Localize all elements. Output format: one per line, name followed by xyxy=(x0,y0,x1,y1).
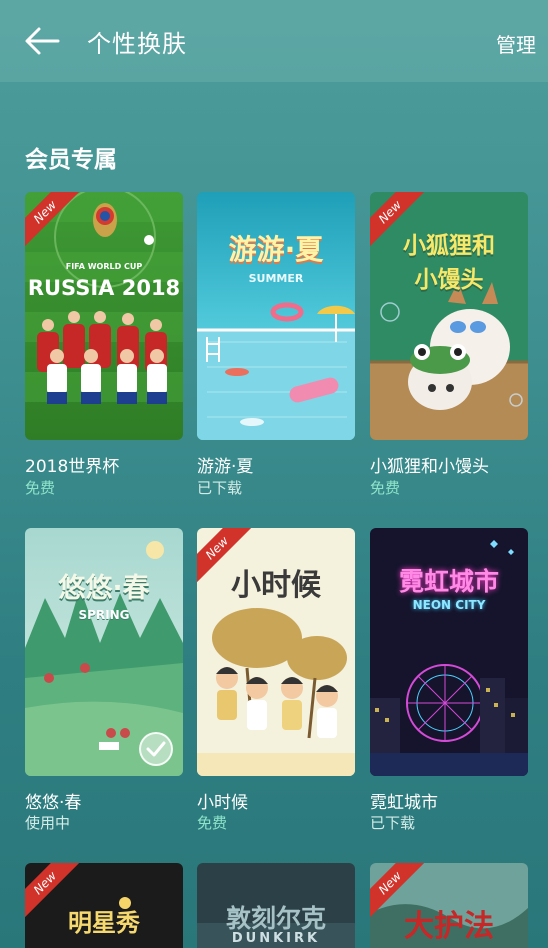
theme-name: 小狐狸和小馒头 xyxy=(370,457,489,477)
theme-status: 免费 xyxy=(25,479,56,497)
theme-card-childhood[interactable]: 小时候 New xyxy=(197,528,355,776)
theme-status: 免费 xyxy=(197,814,228,832)
theme-card-fox-bun[interactable]: 小狐狸和 小馒头 New xyxy=(370,192,528,440)
theme-name: 霓虹城市 xyxy=(370,793,438,813)
page-title: 个性换肤 xyxy=(87,30,187,58)
art-title: 明星秀 xyxy=(68,909,140,937)
art-subtitle: NEON CITY xyxy=(412,598,486,612)
art-title: 小时候 xyxy=(231,568,321,603)
theme-status: 免费 xyxy=(370,479,401,497)
art-title: 大护法 xyxy=(404,909,494,944)
theme-card-summer[interactable]: 游游·夏 SUMMER xyxy=(197,192,355,440)
art-title: 游游·夏 xyxy=(228,233,324,266)
theme-status: 使用中 xyxy=(25,814,71,832)
selected-check-icon xyxy=(139,732,173,766)
art-title: 悠悠·春 xyxy=(58,573,150,604)
theme-card-neon-city[interactable]: 霓虹城市 NEON CITY xyxy=(370,528,528,776)
theme-card-dunkirk[interactable]: 敦刻尔克 DUNKIRK xyxy=(197,863,355,948)
section-title: 会员专属 xyxy=(25,147,117,173)
manage-button[interactable]: 管理 xyxy=(496,29,536,58)
art-title: 小狐狸和 xyxy=(403,233,495,259)
art-subtitle: SUMMER xyxy=(248,272,304,285)
art-subtitle: 小馒头 xyxy=(414,267,484,293)
theme-status: 已下载 xyxy=(370,814,416,832)
art-title: 霓虹城市 xyxy=(398,567,499,596)
art-subtitle: SPRING xyxy=(78,608,130,622)
art-subtitle: DUNKIRK xyxy=(231,931,321,946)
theme-name: 悠悠·春 xyxy=(25,793,82,813)
theme-card-spring[interactable]: 悠悠·春 SPRING xyxy=(25,528,183,776)
back-arrow-icon[interactable] xyxy=(22,24,62,58)
theme-card-star-show[interactable]: 明星秀 New xyxy=(25,863,183,948)
theme-name: 小时候 xyxy=(197,793,248,813)
theme-card-world-cup[interactable]: FIFA WORLD CUP RUSSIA 2018 New xyxy=(25,192,183,440)
theme-card-da-hu-fa[interactable]: 大护法 New xyxy=(370,863,528,948)
art-title: 敦刻尔克 xyxy=(225,904,326,933)
theme-name: 2018世界杯 xyxy=(25,457,120,477)
art-title: RUSSIA 2018 xyxy=(27,276,181,300)
theme-name: 游游·夏 xyxy=(197,457,254,477)
world-cup-artwork xyxy=(25,192,183,440)
art-subtitle: FIFA WORLD CUP xyxy=(65,262,143,271)
top-bar: 个性换肤 管理 xyxy=(0,0,548,82)
theme-status: 已下载 xyxy=(197,479,243,497)
